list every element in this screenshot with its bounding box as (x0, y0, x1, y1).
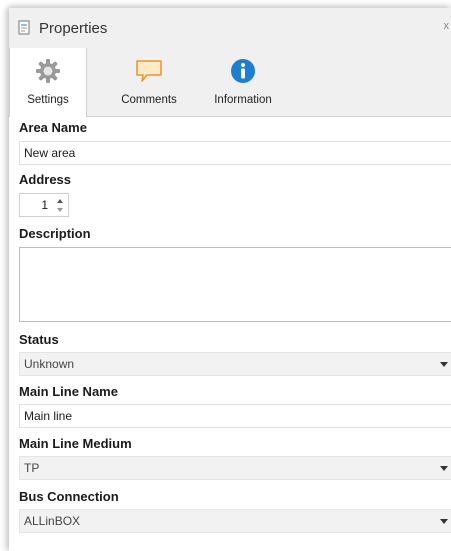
status-dropdown[interactable]: Unknown (19, 352, 451, 376)
tab-information[interactable]: Information (205, 48, 281, 116)
main-line-medium-label: Main Line Medium (19, 436, 132, 451)
main-line-name-input[interactable]: Main line (19, 404, 451, 428)
address-value: 1 (41, 198, 48, 212)
properties-panel: Properties x Settings Comments Informati… (9, 8, 451, 551)
speech-bubble-icon (136, 60, 162, 82)
gear-icon (36, 59, 60, 83)
tab-strip: Settings Comments Information (9, 48, 451, 117)
main-line-name-label: Main Line Name (19, 384, 118, 399)
stepper-up-icon[interactable] (57, 199, 63, 203)
address-label: Address (19, 172, 72, 187)
description-textarea[interactable] (19, 247, 451, 322)
tab-comments-label: Comments (121, 94, 177, 106)
bus-connection-dropdown[interactable]: ALLinBOX (19, 509, 451, 533)
main-line-medium-dropdown[interactable]: TP (19, 456, 451, 480)
address-stepper[interactable]: 1 (19, 193, 69, 217)
properties-icon (18, 20, 30, 35)
chevron-down-icon (440, 362, 448, 367)
info-icon (231, 59, 255, 83)
tab-settings-label: Settings (27, 94, 69, 106)
status-label: Status (19, 332, 59, 347)
stepper-down-icon[interactable] (57, 208, 63, 212)
main-line-medium-value: TP (24, 461, 40, 475)
area-name-input[interactable]: New area (19, 141, 451, 165)
area-name-label: Area Name (19, 120, 87, 135)
tab-settings[interactable]: Settings (9, 48, 87, 117)
chevron-down-icon (440, 519, 448, 524)
bus-connection-value: ALLinBOX (24, 514, 81, 528)
window-title: Properties (39, 19, 108, 37)
title-bar: Properties x (9, 8, 451, 48)
description-label: Description (19, 226, 91, 241)
close-icon[interactable]: x (444, 20, 450, 32)
bus-connection-label: Bus Connection (19, 489, 119, 504)
tab-comments[interactable]: Comments (109, 48, 189, 116)
chevron-down-icon (440, 466, 448, 471)
tab-information-label: Information (214, 94, 272, 106)
status-value: Unknown (24, 357, 75, 371)
